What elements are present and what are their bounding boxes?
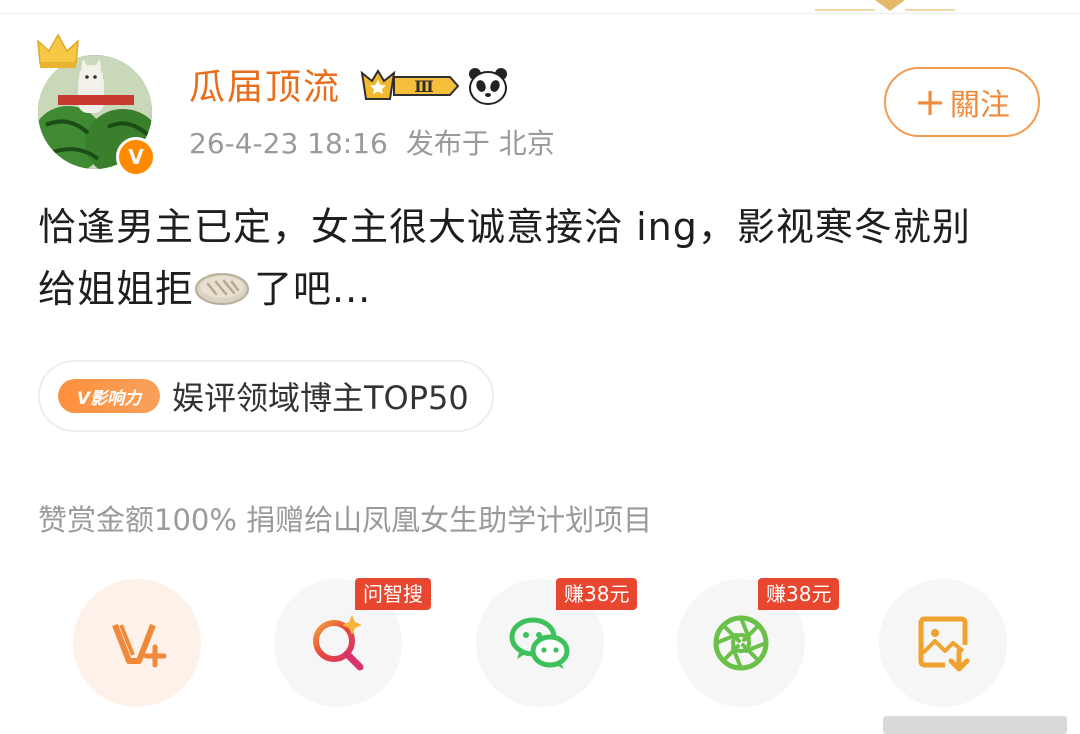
- wechat-earn-tag: 赚38元: [556, 578, 638, 610]
- username[interactable]: 瓜届顶流: [189, 66, 341, 110]
- post-line-2-end: 了吧...: [254, 267, 372, 311]
- member-level-badge-icon[interactable]: Ⅲ: [358, 67, 462, 105]
- plus-icon: +: [914, 80, 946, 124]
- top-divider: [0, 13, 1080, 14]
- pancake-emoji-icon: [194, 262, 254, 305]
- post-meta: 26-4-23 18:16 发布于 北京: [189, 126, 555, 162]
- post-text: 恰逢男主已定，女主很大诚意接洽 ing，影视寒冬就别 给姐姐拒 了吧...: [38, 196, 1048, 320]
- post-line-2: 给姐姐拒 了吧...: [38, 258, 1048, 320]
- post-line-1: 恰逢男主已定，女主很大诚意接洽 ing，影视寒冬就别: [38, 205, 971, 249]
- ask-search-tag: 问智搜: [355, 578, 431, 610]
- save-image-icon: [918, 616, 970, 672]
- follow-button[interactable]: + 關注: [884, 67, 1040, 137]
- follow-label: 關注: [949, 88, 1010, 123]
- user-avatar-group[interactable]: V: [36, 33, 156, 177]
- v-plus-icon: [112, 623, 167, 668]
- ai-search-icon: [313, 615, 364, 671]
- moments-earn-tag: 赚38元: [758, 578, 840, 610]
- post-time: 26-4-23 18:16: [189, 127, 388, 160]
- post-line-2-start: 给姐姐拒: [38, 267, 195, 311]
- bottom-handle: [883, 716, 1067, 734]
- moments-aperture-icon: [713, 615, 769, 671]
- save-image-button[interactable]: [879, 579, 1007, 707]
- post-location: 发布于 北京: [405, 127, 555, 160]
- decoration-icon: [815, 0, 955, 11]
- wechat-icon: [509, 617, 570, 669]
- influence-tag: V影响力: [58, 379, 160, 413]
- panda-icon: [469, 68, 507, 105]
- reward-button[interactable]: [73, 579, 201, 707]
- member-level-text: Ⅲ: [414, 77, 433, 96]
- reward-note: 赞赏金额100% 捐赠给山凤凰女生助学计划项目: [38, 503, 653, 537]
- influence-label: 娱评领域博主TOP50: [172, 379, 469, 417]
- crown-icon: [37, 33, 79, 68]
- influence-badge[interactable]: V影响力 娱评领域博主TOP50: [38, 360, 494, 432]
- verified-badge-icon: V: [116, 137, 156, 177]
